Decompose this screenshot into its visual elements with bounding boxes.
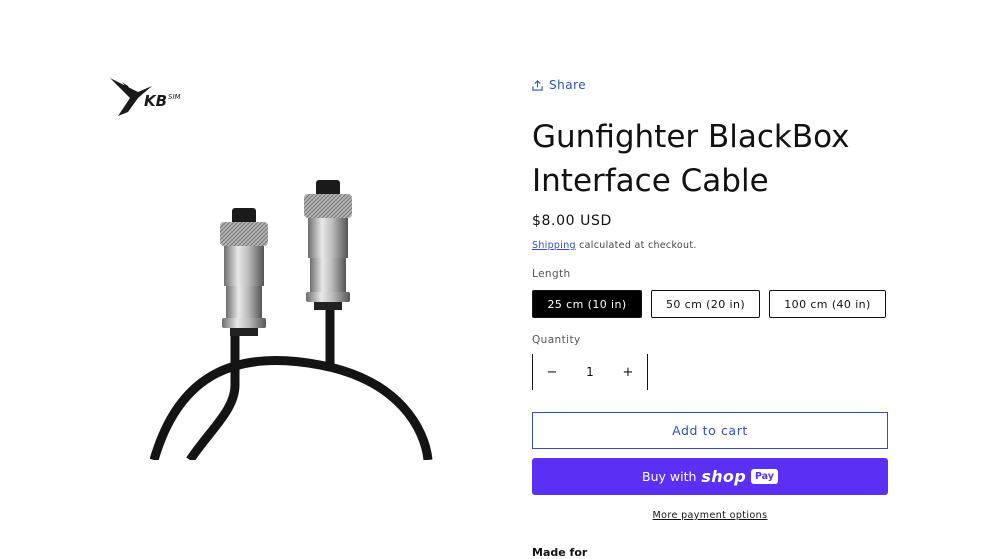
shop-pay-button[interactable]: Buy with shop Pay <box>532 458 888 495</box>
product-media: KB SIM <box>0 0 520 555</box>
svg-text:SIM: SIM <box>168 93 181 101</box>
variant-option-100cm[interactable]: 100 cm (40 in) <box>769 290 886 318</box>
shipping-link[interactable]: Shipping <box>532 240 576 251</box>
share-icon <box>532 79 543 91</box>
quantity-stepper: − 1 + <box>532 354 648 390</box>
variant-option-25cm[interactable]: 25 cm (10 in) <box>532 290 642 318</box>
product-title: Gunfighter BlackBox Interface Cable <box>532 119 850 199</box>
pay-badge: Pay <box>750 469 778 484</box>
quantity-increase-button[interactable]: + <box>609 354 647 390</box>
variant-option-50cm[interactable]: 50 cm (20 in) <box>651 290 760 318</box>
description-heading: Made for <box>532 546 588 559</box>
buy-with-label: Buy with <box>642 469 697 484</box>
variant-label: Length <box>532 268 571 280</box>
share-label: Share <box>549 78 587 92</box>
quantity-input[interactable]: 1 <box>571 354 609 390</box>
quantity-label: Quantity <box>532 334 581 346</box>
shipping-note: Shipping calculated at checkout. <box>532 240 697 251</box>
shipping-note-text: calculated at checkout. <box>575 240 697 251</box>
svg-text:KB: KB <box>144 92 167 110</box>
share-button[interactable]: Share <box>532 76 586 94</box>
more-payment-options-link[interactable]: More payment options <box>532 510 888 521</box>
variant-picker: 25 cm (10 in) 50 cm (20 in) 100 cm (40 i… <box>532 290 886 318</box>
add-to-cart-button[interactable]: Add to cart <box>532 412 888 449</box>
shop-wordmark: shop <box>701 467 746 486</box>
brand-logo: KB SIM <box>110 78 181 116</box>
product-image[interactable] <box>150 170 440 460</box>
product-price: $8.00 USD <box>532 213 612 229</box>
quantity-decrease-button[interactable]: − <box>533 354 571 390</box>
